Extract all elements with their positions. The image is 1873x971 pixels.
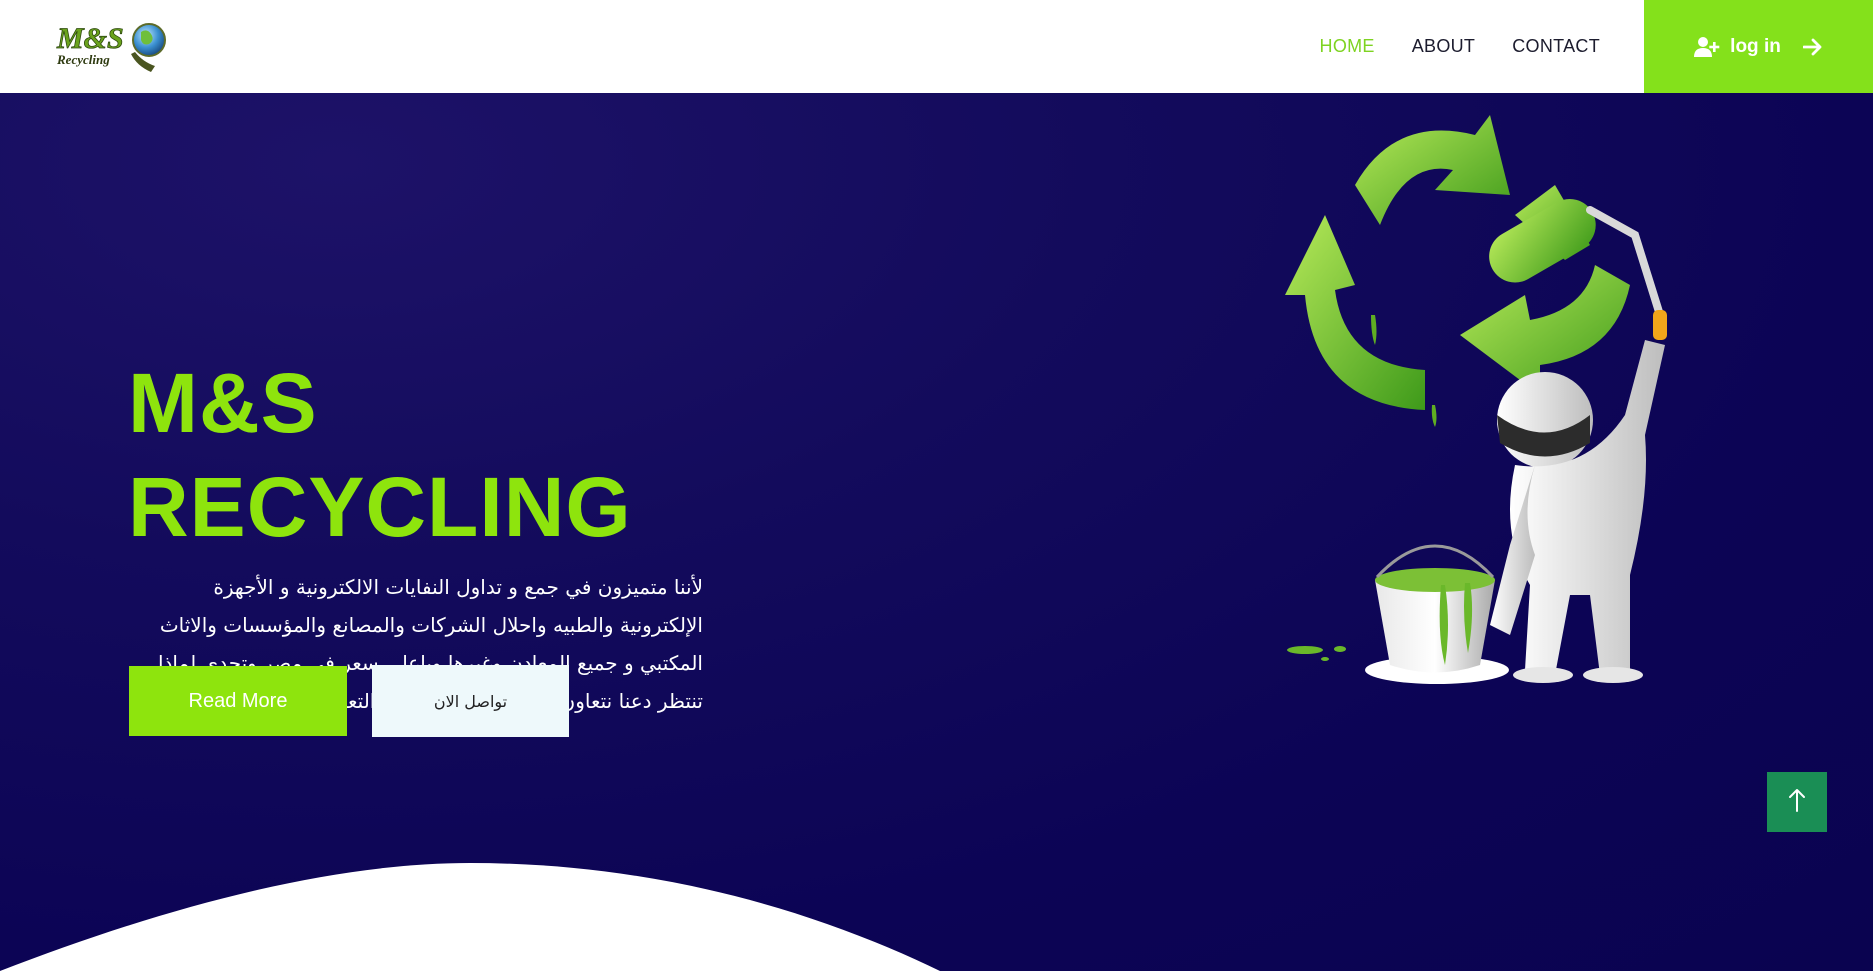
logo-image: M&S Recycling xyxy=(56,22,166,72)
read-more-button[interactable]: Read More xyxy=(129,666,347,736)
login-button[interactable]: log in xyxy=(1644,0,1873,93)
arrow-right-icon xyxy=(1802,38,1823,56)
logo[interactable]: M&S Recycling xyxy=(55,18,170,74)
main-nav: HOME ABOUT CONTACT xyxy=(1320,0,1600,93)
recycling-illustration xyxy=(1285,115,1667,684)
nav-contact[interactable]: CONTACT xyxy=(1512,36,1600,57)
scroll-to-top-button[interactable] xyxy=(1767,772,1827,832)
user-plus-icon xyxy=(1694,36,1720,58)
hero-title-line2: RECYCLING xyxy=(128,460,632,554)
nav-about[interactable]: ABOUT xyxy=(1412,36,1476,57)
hero-title-line1: M&S xyxy=(128,356,318,450)
navbar: M&S Recycling HOME ABOUT CONTACT log in xyxy=(0,0,1873,93)
nav-home[interactable]: HOME xyxy=(1320,36,1375,57)
hero-title: M&S RECYCLING xyxy=(128,351,768,559)
logo-subtext: Recycling xyxy=(56,52,110,67)
arrow-up-icon xyxy=(1787,787,1807,817)
login-label: log in xyxy=(1730,35,1781,57)
contact-now-button[interactable]: تواصل الان xyxy=(372,665,569,737)
logo-text: M&S xyxy=(56,22,124,55)
